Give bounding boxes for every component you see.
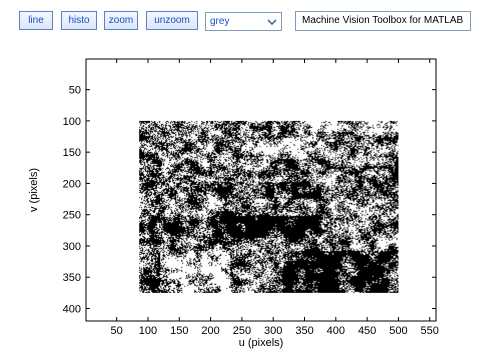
x-tick-label: 550 (421, 325, 439, 337)
x-tick-label: 50 (111, 325, 123, 337)
x-tick-labels: 50 100 150 200 250 300 350 400 450 500 550 (111, 325, 439, 337)
y-tick-label: 150 (63, 147, 81, 159)
y-tick-label: 50 (69, 85, 81, 97)
x-tick-label: 100 (139, 325, 157, 337)
y-tick-label: 100 (63, 116, 81, 128)
y-tick-labels: 50 100 150 200 250 300 350 400 (63, 85, 81, 316)
y-tick-label: 400 (63, 303, 81, 315)
image-viewer-window: line histo zoom unzoom grey Machine Visi… (0, 0, 479, 352)
y-tick-label: 300 (63, 241, 81, 253)
y-axis-label: v (pixels) (28, 168, 40, 212)
image-axes: 50 100 150 200 250 300 350 400 450 500 550 50 100 15… (28, 58, 439, 349)
x-axis-label: u (pixels) (239, 337, 284, 349)
x-tick-label: 500 (389, 325, 407, 337)
x-tick-label: 400 (327, 325, 345, 337)
x-tick-label: 450 (358, 325, 376, 337)
binary-image-pixels (139, 120, 399, 293)
binary-image[interactable] (139, 120, 399, 293)
x-tick-label: 200 (201, 325, 219, 337)
y-tick-label: 350 (63, 272, 81, 284)
x-tick-label: 250 (233, 325, 251, 337)
x-tick-label: 300 (264, 325, 282, 337)
x-tick-label: 150 (170, 325, 188, 337)
y-tick-label: 250 (63, 210, 81, 222)
x-tick-label: 350 (295, 325, 313, 337)
y-tick-label: 200 (63, 178, 81, 190)
